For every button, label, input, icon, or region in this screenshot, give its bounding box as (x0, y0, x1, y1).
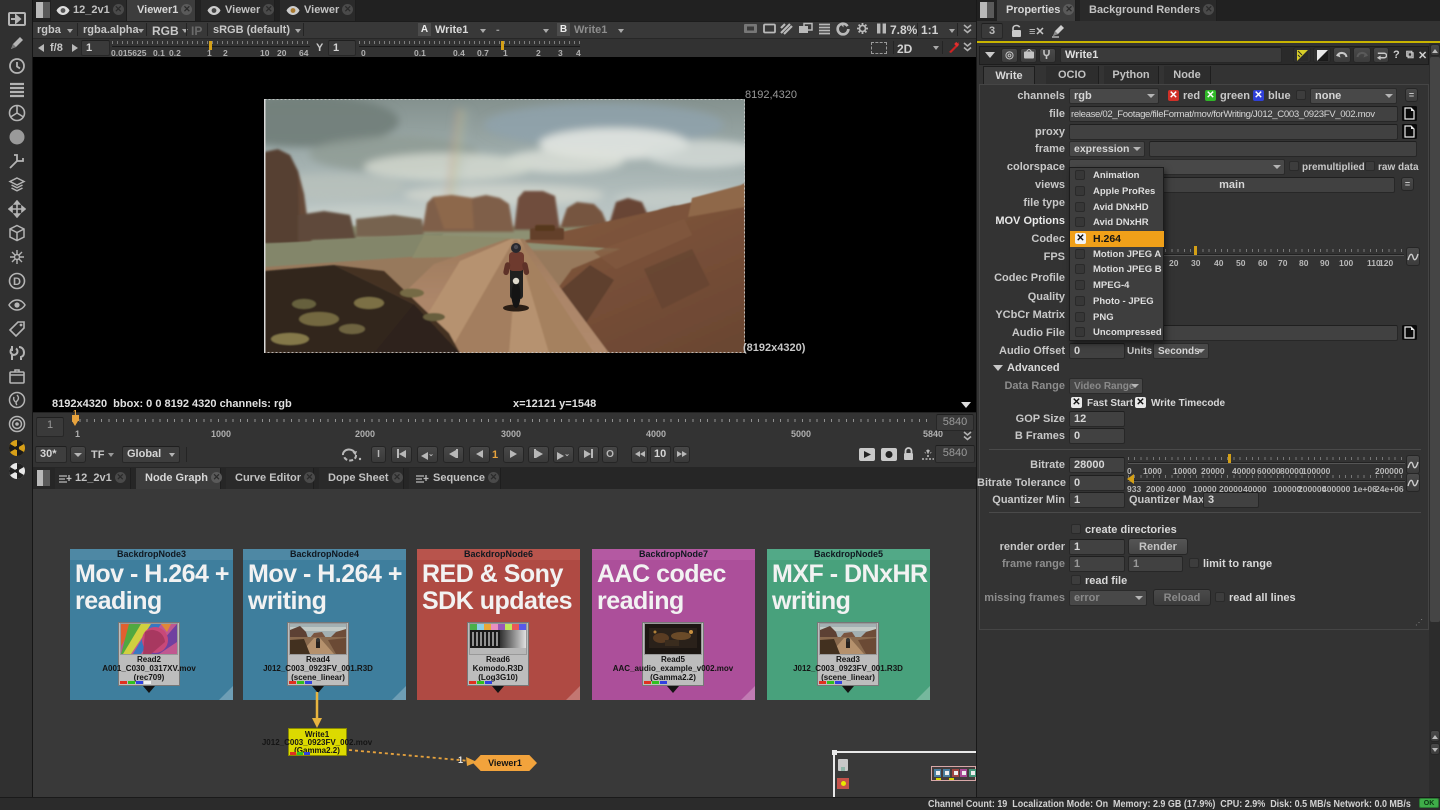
svg-text:D: D (13, 276, 21, 288)
